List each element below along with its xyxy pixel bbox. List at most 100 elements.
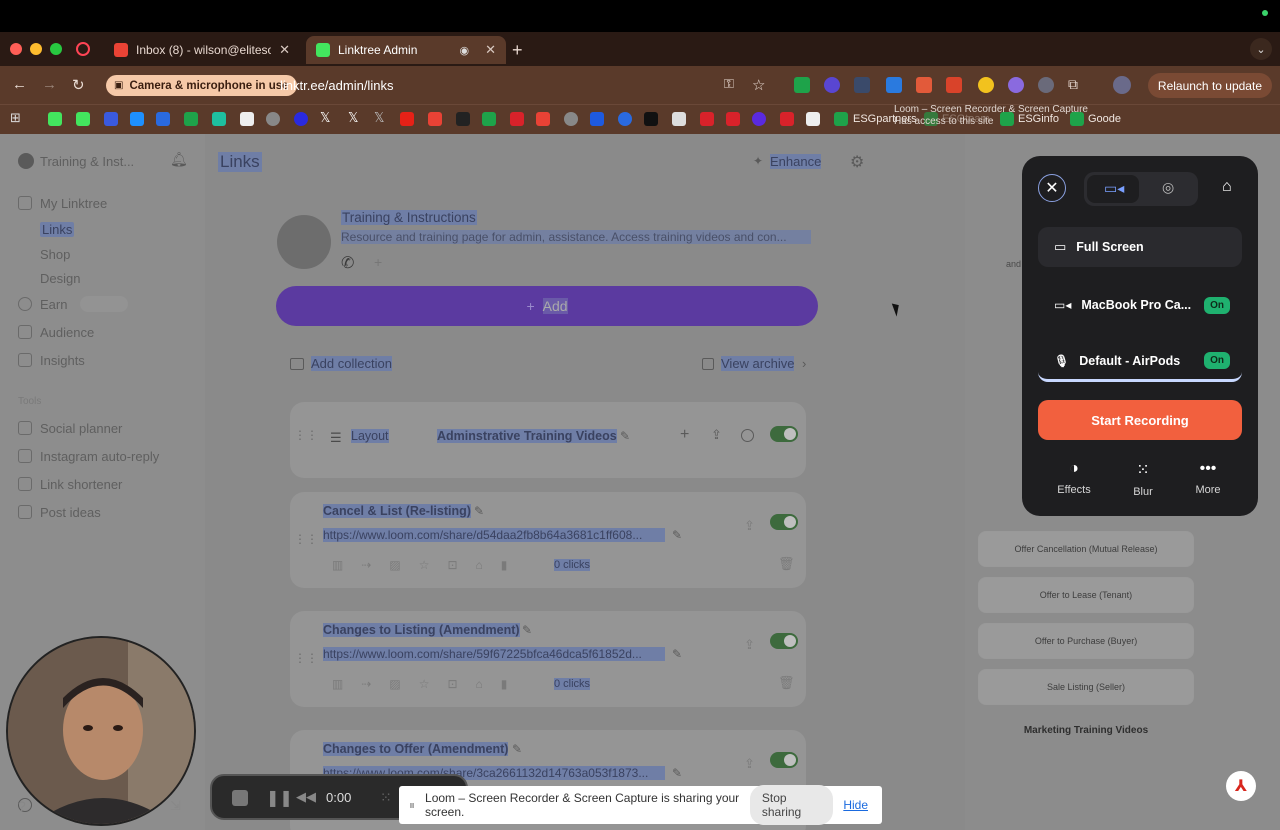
drag-handle-icon[interactable]: ⋮⋮	[294, 428, 318, 442]
drag-handle-icon[interactable]: ⋮⋮	[294, 651, 318, 665]
bookmark-icon[interactable]	[644, 112, 658, 126]
bookmark-icon[interactable]	[672, 112, 686, 126]
enhance-button[interactable]: Enhance	[770, 154, 822, 169]
bookmark-icon[interactable]	[184, 112, 198, 126]
link-card[interactable]: ⋮⋮ Cancel & List (Re-listing) ✎ https://…	[290, 492, 806, 588]
bookmark-icon[interactable]	[564, 112, 578, 126]
extension-icon[interactable]	[1038, 77, 1054, 93]
bookmark-icon[interactable]	[266, 112, 280, 126]
edit-pencil-icon[interactable]: ✎	[474, 504, 484, 518]
profile-avatar[interactable]	[1113, 76, 1131, 94]
sidebar-item-audience[interactable]: Audience	[40, 325, 94, 340]
sidebar-item-shop[interactable]: Shop	[40, 247, 70, 262]
relaunch-button[interactable]: Relaunch to update	[1147, 73, 1272, 98]
sidebar-item-insights[interactable]: Insights	[40, 353, 85, 368]
drag-handle-icon[interactable]: ⁙	[380, 789, 392, 806]
bookmark-icon[interactable]	[482, 112, 496, 126]
bookmark-icon[interactable]	[752, 112, 766, 126]
link-title[interactable]: Changes to Offer (Amendment)	[323, 742, 509, 756]
share-icon[interactable]: ⇪	[744, 518, 755, 534]
add-collection-button[interactable]: Add collection	[311, 356, 392, 371]
screenshot-camera-icon[interactable]: ◎	[1162, 179, 1174, 196]
tab-gmail[interactable]: Inbox (8) - wilson@elitesold.c ✕	[104, 36, 300, 64]
minimize-window-button[interactable]	[30, 43, 42, 55]
link-title[interactable]: Cancel & List (Re-listing)	[323, 504, 471, 518]
maximize-window-button[interactable]	[50, 43, 62, 55]
video-camera-icon[interactable]: ▭◂	[1104, 180, 1124, 197]
bookmark-icon[interactable]	[294, 112, 308, 126]
more-icon[interactable]	[741, 429, 754, 442]
forward-icon[interactable]: →	[42, 76, 57, 93]
bookmark-icon[interactable]	[834, 112, 848, 126]
preview-link-button[interactable]: Offer Cancellation (Mutual Release)	[978, 531, 1194, 567]
x-icon[interactable]: 𝕏	[320, 110, 334, 125]
plus-icon[interactable]: +	[374, 254, 382, 270]
visibility-toggle[interactable]	[770, 633, 798, 649]
mic-on-badge[interactable]: On	[1204, 352, 1230, 369]
collection-title[interactable]: Adminstrative Training Videos	[437, 429, 617, 443]
gear-icon[interactable]: ⚙	[850, 152, 864, 172]
layout-label[interactable]: Layout	[351, 429, 389, 443]
bookmark-icon[interactable]	[456, 112, 470, 126]
microphone-option[interactable]: 🎙︎ Default - AirPods On	[1038, 342, 1242, 382]
more-button[interactable]: ••• More	[1178, 460, 1238, 496]
extensions-puzzle-icon[interactable]: ⧉	[1068, 76, 1078, 93]
sidebar-item-link-shortener[interactable]: Link shortener	[40, 477, 122, 492]
link-title[interactable]: Changes to Listing (Amendment)	[323, 623, 520, 637]
sidebar-item-my-linktree[interactable]: My Linktree	[40, 196, 107, 211]
workspace-avatar[interactable]	[18, 153, 34, 169]
bookmark-icon[interactable]	[240, 112, 254, 126]
new-tab-button[interactable]: +	[512, 40, 523, 61]
preview-link-button[interactable]: Offer to Purchase (Buyer)	[978, 623, 1194, 659]
workspace-name[interactable]: Training & Inst...	[40, 154, 134, 169]
link-url[interactable]: https://www.loom.com/share/59f67225bfca4…	[323, 647, 665, 661]
share-icon[interactable]: ⇪	[744, 756, 755, 772]
stop-sharing-button[interactable]: Stop sharing	[749, 785, 834, 825]
extension-icon[interactable]	[824, 77, 840, 93]
edit-pencil-icon[interactable]: ✎	[620, 429, 630, 443]
link-card[interactable]: ⋮⋮ Changes to Listing (Amendment) ✎ http…	[290, 611, 806, 707]
home-icon[interactable]: ⌂	[1222, 178, 1232, 196]
pdf-icon[interactable]: ⅄	[1226, 771, 1256, 801]
drag-handle-icon[interactable]: ⋮⋮	[294, 532, 318, 546]
reload-icon[interactable]: ↻	[72, 76, 85, 94]
layout-card[interactable]: ⋮⋮ ☰ Layout Adminstrative Training Video…	[290, 402, 806, 478]
camera-on-badge[interactable]: On	[1204, 296, 1230, 314]
stop-recording-button[interactable]	[232, 790, 248, 806]
bookmark-icon[interactable]	[618, 112, 632, 126]
youtube-icon[interactable]	[400, 112, 414, 126]
send-icon[interactable]: ⇲	[170, 798, 181, 814]
extension-icon[interactable]	[794, 77, 810, 93]
sidebar-item-earn[interactable]: Earn	[40, 297, 67, 312]
visibility-toggle[interactable]	[770, 426, 798, 442]
extension-icon[interactable]	[946, 77, 962, 93]
tab-search-icon[interactable]: ⌄	[1250, 38, 1272, 60]
key-icon[interactable]: ⚿	[724, 76, 734, 92]
bookmark-icon[interactable]	[212, 112, 226, 126]
whatsapp-icon[interactable]: ✆	[341, 253, 354, 273]
bookmark-icon[interactable]	[156, 112, 170, 126]
profile-bio[interactable]: Resource and training page for admin, as…	[341, 230, 811, 244]
pause-icon[interactable]: ❚❚	[266, 788, 293, 808]
bookmark-icon[interactable]	[76, 112, 90, 126]
loom-extension-icon[interactable]	[1008, 77, 1024, 93]
bookmark-icon[interactable]	[780, 112, 794, 126]
edit-pencil-icon[interactable]: ✎	[672, 766, 682, 780]
close-tab-icon[interactable]: ✕	[485, 42, 496, 58]
bookmark-star-icon[interactable]: ☆	[752, 76, 765, 94]
trash-icon[interactable]: 🗑︎	[778, 675, 795, 691]
sidebar-item-design[interactable]: Design	[40, 271, 80, 286]
url-field[interactable]: linktr.ee/admin/links	[280, 78, 393, 93]
maps-icon[interactable]	[428, 112, 442, 126]
drag-handle-icon[interactable]: ⏸	[409, 798, 415, 813]
view-archive-button[interactable]: View archive	[721, 356, 795, 371]
preview-link-button[interactable]: Sale Listing (Seller)	[978, 669, 1194, 705]
start-recording-button[interactable]: Start Recording	[1038, 400, 1242, 440]
preview-link-button[interactable]: Offer to Lease (Tenant)	[978, 577, 1194, 613]
extension-icon[interactable]	[916, 77, 932, 93]
blur-button[interactable]: ⁙ Blur	[1113, 460, 1173, 498]
close-icon[interactable]: ✕	[1038, 174, 1066, 202]
back-icon[interactable]: ←	[12, 76, 27, 93]
bookmark-icon[interactable]	[700, 112, 714, 126]
tab-linktree[interactable]: Linktree Admin ◉ ✕	[306, 36, 506, 64]
